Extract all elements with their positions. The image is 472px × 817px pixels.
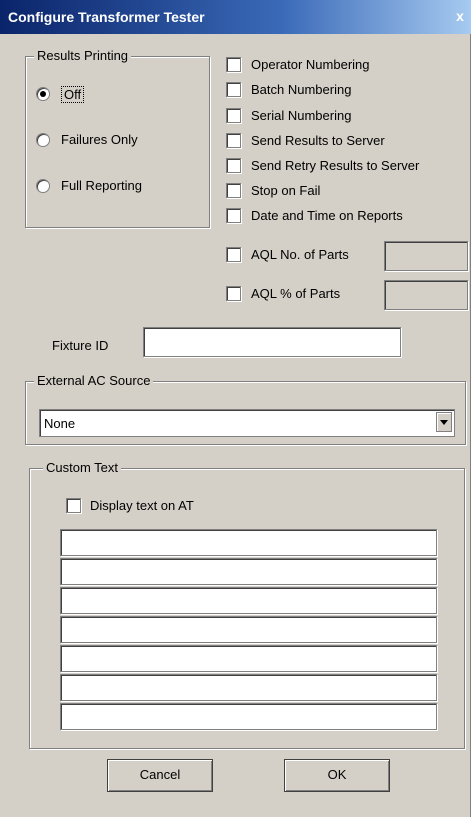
radio-failures-only-label[interactable]: Failures Only [61,132,138,147]
custom-text-line-7[interactable] [60,703,437,730]
results-printing-legend: Results Printing [34,48,132,63]
operator-numbering-label[interactable]: Operator Numbering [251,57,370,72]
stop-on-fail-label[interactable]: Stop on Fail [251,183,320,198]
serial-numbering-label[interactable]: Serial Numbering [251,108,351,123]
send-retry-results-checkbox[interactable] [226,158,241,173]
aql-pct-parts-input[interactable] [384,280,468,310]
send-retry-results-label[interactable]: Send Retry Results to Server [251,158,419,173]
custom-text-line-5[interactable] [60,645,437,672]
external-ac-source-legend: External AC Source [34,373,154,388]
batch-numbering-label[interactable]: Batch Numbering [251,82,351,97]
title-bar[interactable]: Configure Transformer Tester x [0,0,471,34]
custom-text-line-6[interactable] [60,674,437,701]
aql-no-parts-checkbox[interactable] [226,247,241,262]
fixture-id-label: Fixture ID [52,338,109,353]
external-ac-source-value: None [44,416,76,431]
send-results-label[interactable]: Send Results to Server [251,133,385,148]
window-title: Configure Transformer Tester [8,9,205,25]
display-text-label[interactable]: Display text on AT [90,498,194,513]
serial-numbering-checkbox[interactable] [226,108,241,123]
custom-text-legend: Custom Text [43,460,122,475]
radio-off[interactable] [36,87,50,101]
chevron-down-icon[interactable] [436,412,452,432]
custom-text-line-1[interactable] [60,529,437,556]
batch-numbering-checkbox[interactable] [226,82,241,97]
operator-numbering-checkbox[interactable] [226,57,241,72]
date-time-reports-checkbox[interactable] [226,208,241,223]
close-icon[interactable]: x [452,8,468,24]
aql-no-parts-label[interactable]: AQL No. of Parts [251,247,349,262]
radio-full-reporting[interactable] [36,179,50,193]
display-text-checkbox[interactable] [66,498,81,513]
aql-pct-parts-checkbox[interactable] [226,286,241,301]
stop-on-fail-checkbox[interactable] [226,183,241,198]
dialog-window: Configure Transformer Tester x Results P… [0,0,471,817]
date-time-reports-label[interactable]: Date and Time on Reports [251,208,403,223]
custom-text-line-3[interactable] [60,587,437,614]
radio-failures-only[interactable] [36,133,50,147]
fixture-id-input[interactable] [143,327,401,357]
custom-text-line-4[interactable] [60,616,437,643]
send-results-checkbox[interactable] [226,133,241,148]
radio-off-label[interactable]: Off [61,86,85,103]
custom-text-line-2[interactable] [60,558,437,585]
ok-button[interactable]: OK [284,759,390,792]
aql-no-parts-input[interactable] [384,241,468,271]
aql-pct-parts-label[interactable]: AQL % of Parts [251,286,340,301]
cancel-button[interactable]: Cancel [107,759,213,792]
radio-full-reporting-label[interactable]: Full Reporting [61,178,142,193]
external-ac-source-select[interactable]: None [39,409,455,437]
